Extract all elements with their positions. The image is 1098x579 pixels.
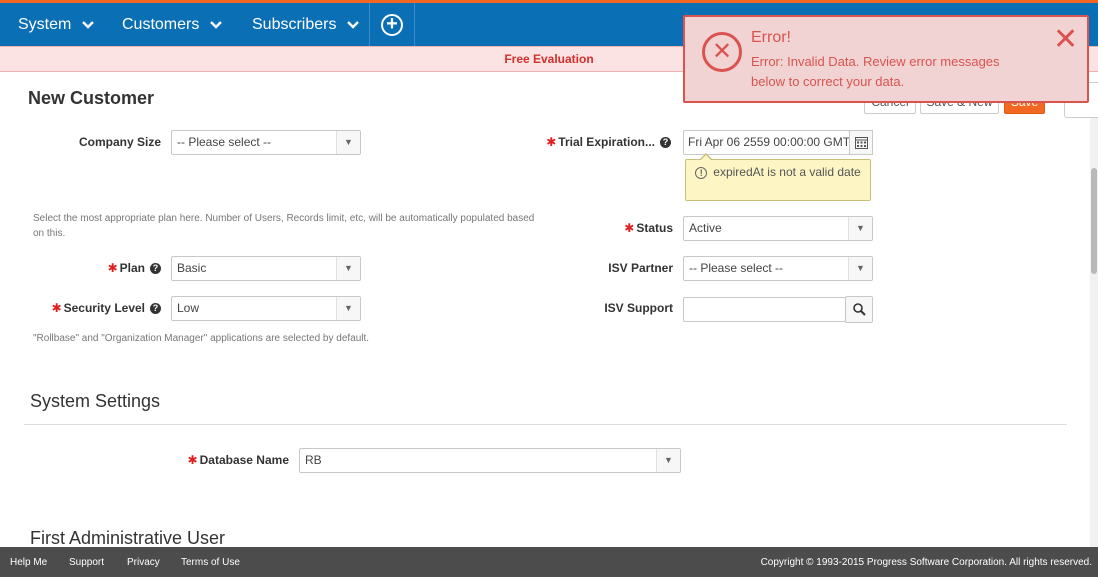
chevron-down-icon: [347, 20, 359, 29]
error-x-circle-icon: ✕: [702, 32, 742, 72]
company-size-value: -- Please select --: [177, 135, 272, 149]
trial-expiration-input[interactable]: Fri Apr 06 2559 00:00:00 GMT: [683, 130, 850, 155]
isv-partner-value: -- Please select --: [689, 261, 784, 275]
plan-label: ✱ Plan?: [40, 258, 161, 278]
dropdown-arrow-icon: ▼: [336, 257, 360, 280]
section-divider: [24, 424, 1067, 425]
footer-bar: Help Me Support Privacy Terms of Use Cop…: [0, 547, 1098, 577]
dropdown-arrow-icon: ▼: [848, 257, 872, 280]
company-size-label-text: Company Size: [78, 135, 161, 149]
system-settings-title: System Settings: [30, 391, 161, 411]
nav-divider: [414, 3, 415, 46]
nav-divider: [369, 3, 370, 46]
help-icon[interactable]: ?: [150, 263, 161, 275]
company-size-select[interactable]: -- Please select -- ▼: [171, 130, 361, 155]
error-title: Error!: [751, 29, 791, 46]
isv-partner-label: ISV Partner: [560, 258, 673, 278]
plan-label-text: Plan: [119, 261, 145, 275]
first-admin-user-title: First Administrative User: [30, 528, 226, 548]
isv-support-label-text: ISV Support: [604, 301, 673, 315]
chevron-down-icon: [81, 20, 94, 29]
status-value: Active: [689, 221, 722, 235]
help-icon[interactable]: ?: [660, 137, 671, 149]
nav-subscribers-label: Subscribers: [252, 16, 337, 33]
required-asterisk-icon: ✱: [546, 135, 557, 149]
database-name-label: ✱ Database Name: [160, 450, 289, 470]
footer-link-privacy[interactable]: Privacy: [127, 547, 160, 579]
error-notification: ✕ Error! Error: Invalid Data. Review err…: [683, 15, 1089, 103]
security-level-select[interactable]: Low ▼: [171, 296, 361, 321]
footer-link-terms[interactable]: Terms of Use: [181, 547, 240, 579]
database-name-value: RB: [305, 453, 322, 467]
status-select[interactable]: Active ▼: [683, 216, 873, 241]
footer-link-help[interactable]: Help Me: [10, 547, 47, 579]
lookup-search-button[interactable]: [845, 296, 873, 323]
security-level-value: Low: [177, 301, 200, 315]
dropdown-arrow-icon: ▼: [336, 131, 360, 154]
nav-subscribers-menu[interactable]: Subscribers: [252, 3, 359, 46]
trial-expiration-error-tooltip: ! expiredAt is not a valid date: [685, 159, 871, 201]
status-label: ✱ Status: [560, 218, 673, 238]
nav-system-label: System: [18, 16, 72, 33]
company-size-label: Company Size: [40, 132, 161, 152]
calendar-icon: [854, 137, 868, 150]
isv-partner-select[interactable]: -- Please select -- ▼: [683, 256, 873, 281]
security-level-label: ✱ Security Level?: [30, 298, 161, 318]
isv-partner-label-text: ISV Partner: [608, 261, 673, 275]
close-icon[interactable]: ✕: [1053, 25, 1078, 55]
footer-copyright: Copyright © 1993-2015 Progress Software …: [760, 557, 1092, 568]
footer-link-support[interactable]: Support: [69, 547, 104, 579]
nav-system-menu[interactable]: System: [18, 3, 94, 46]
trial-expiration-value: Fri Apr 06 2559 00:00:00 GMT: [688, 135, 850, 149]
search-icon: [852, 303, 866, 317]
error-message: Error: Invalid Data. Review error messag…: [751, 54, 1000, 89]
warning-icon: !: [695, 166, 708, 179]
calendar-button[interactable]: [849, 130, 873, 155]
nav-customers-label: Customers: [122, 16, 200, 33]
required-asterisk-icon: ✱: [624, 221, 635, 235]
required-asterisk-icon: ✱: [51, 301, 62, 315]
plan-select[interactable]: Basic ▼: [171, 256, 361, 281]
isv-support-input[interactable]: [683, 297, 846, 322]
trial-expiration-label-text: Trial Expiration...: [558, 135, 655, 149]
dropdown-arrow-icon: ▼: [336, 297, 360, 320]
database-name-label-text: Database Name: [199, 453, 289, 467]
required-asterisk-icon: ✱: [107, 261, 118, 275]
plan-hint: Select the most appropriate plan here. N…: [33, 213, 535, 239]
database-name-select[interactable]: RB ▼: [299, 448, 681, 473]
dropdown-arrow-icon: ▼: [656, 449, 680, 472]
plus-circle-icon[interactable]: +: [381, 14, 403, 36]
security-level-label-text: Security Level: [63, 301, 145, 315]
status-label-text: Status: [636, 221, 673, 235]
page-title: New Customer: [28, 88, 155, 108]
dropdown-arrow-icon: ▼: [848, 217, 872, 240]
chevron-down-icon: [209, 20, 222, 29]
security-hint: "Rollbase" and "Organization Manager" ap…: [33, 333, 370, 344]
nav-customers-menu[interactable]: Customers: [122, 3, 222, 46]
required-asterisk-icon: ✱: [187, 453, 198, 467]
trial-expiration-label: ✱ Trial Expiration...?: [520, 132, 671, 152]
plan-value: Basic: [177, 261, 207, 275]
help-icon[interactable]: ?: [150, 303, 161, 315]
isv-support-label: ISV Support: [560, 298, 673, 318]
tooltip-arrow-inner: [701, 155, 711, 160]
page-scrollbar-thumb[interactable]: [1091, 168, 1097, 274]
trial-error-text: expiredAt is not a valid date: [713, 165, 861, 179]
